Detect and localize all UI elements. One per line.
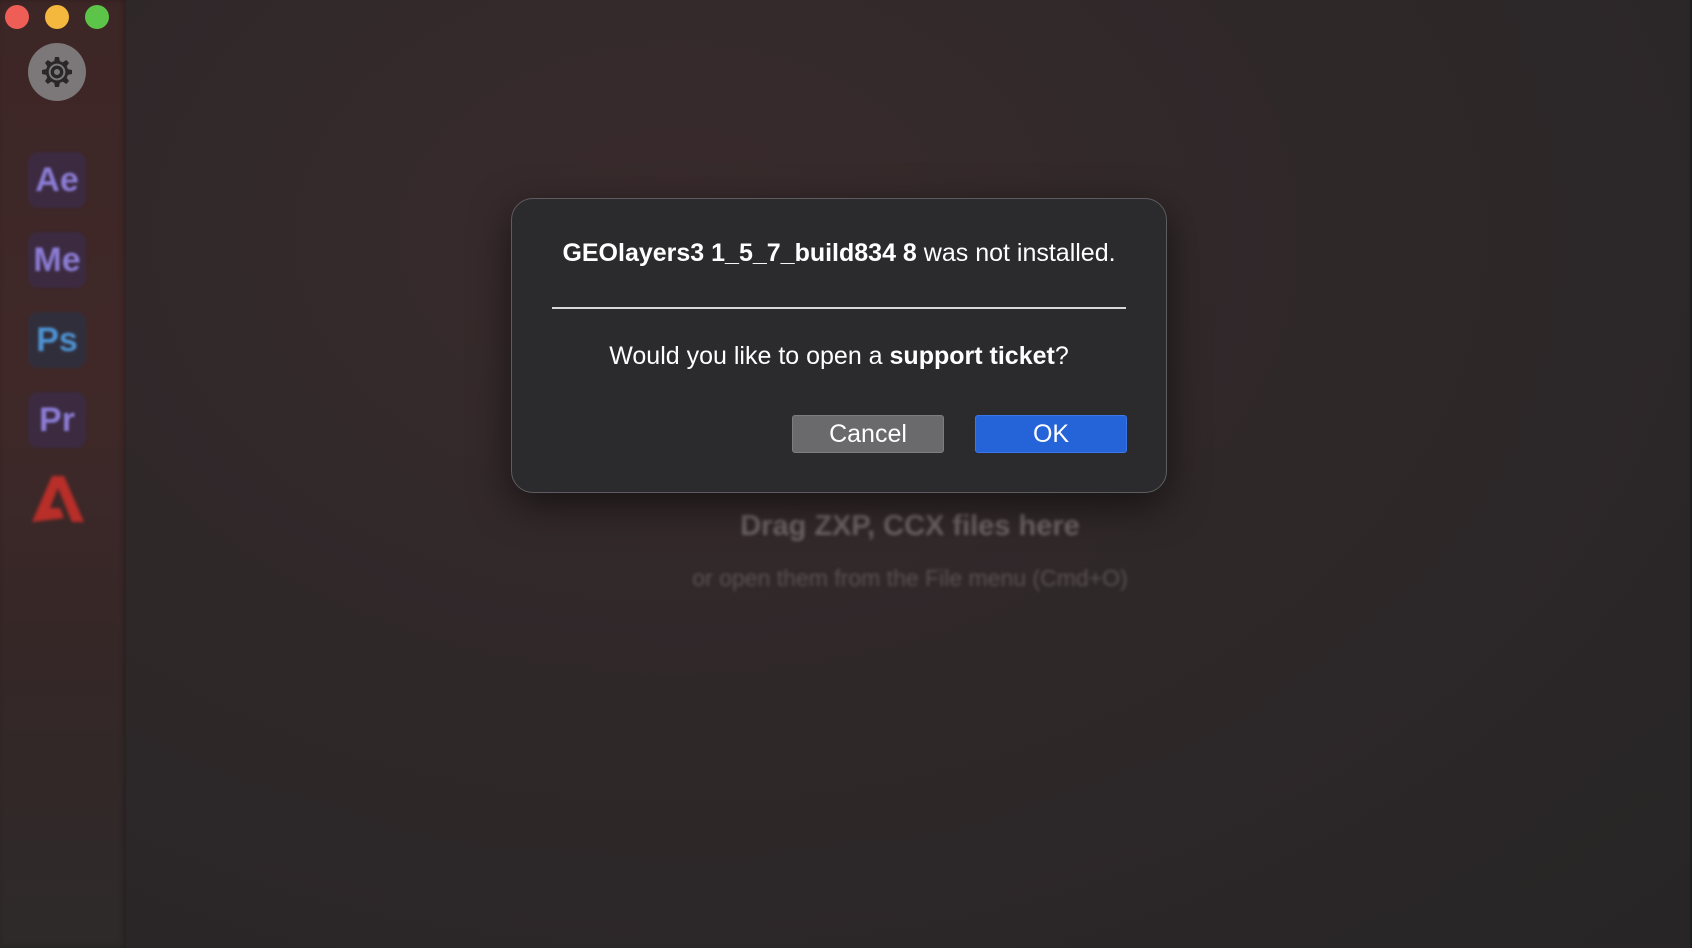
app-icon-media-encoder[interactable]: Me xyxy=(28,232,86,288)
app-icon-label: Pr xyxy=(39,400,75,439)
app-icon-photoshop[interactable]: Ps xyxy=(28,312,86,368)
dialog-divider xyxy=(552,307,1126,309)
app-icon-label: Me xyxy=(33,240,81,279)
dialog-title-rest: was not installed. xyxy=(916,239,1116,267)
dialog-title: GEOlayers3 1_5_7_build834 8 was not inst… xyxy=(552,239,1126,268)
drop-zone[interactable]: Drag ZXP, CCX files here or open them fr… xyxy=(620,510,1200,592)
maximize-window-button[interactable] xyxy=(85,5,109,29)
minimize-window-button[interactable] xyxy=(45,5,69,29)
app-icon-label: Ae xyxy=(35,160,79,199)
settings-button[interactable] xyxy=(28,43,86,101)
question-emphasis: support ticket xyxy=(889,342,1055,370)
drop-zone-title: Drag ZXP, CCX files here xyxy=(740,510,1080,542)
app-icon-after-effects[interactable]: Ae xyxy=(28,152,86,208)
package-name: GEOlayers3 1_5_7_build834 8 xyxy=(562,239,917,267)
window-controls xyxy=(5,5,109,29)
cancel-button[interactable]: Cancel xyxy=(792,415,944,453)
question-suffix: ? xyxy=(1054,342,1069,370)
install-failed-dialog: GEOlayers3 1_5_7_build834 8 was not inst… xyxy=(511,198,1167,493)
app-window: Ae Me Ps Pr Drag ZXP, CCX files here or … xyxy=(0,0,1692,948)
dialog-question: Would you like to open a support ticket? xyxy=(542,342,1136,371)
gear-icon xyxy=(42,57,72,87)
ok-button[interactable]: OK xyxy=(975,415,1127,453)
close-window-button[interactable] xyxy=(5,5,29,29)
app-icon-label: Ps xyxy=(36,320,78,359)
question-prefix: Would you like to open a xyxy=(609,342,890,370)
app-icon-premiere[interactable]: Pr xyxy=(28,392,86,448)
adobe-logo-icon[interactable] xyxy=(28,470,88,530)
drop-zone-subtitle: or open them from the File menu (Cmd+O) xyxy=(692,565,1128,591)
sidebar: Ae Me Ps Pr xyxy=(0,0,126,948)
